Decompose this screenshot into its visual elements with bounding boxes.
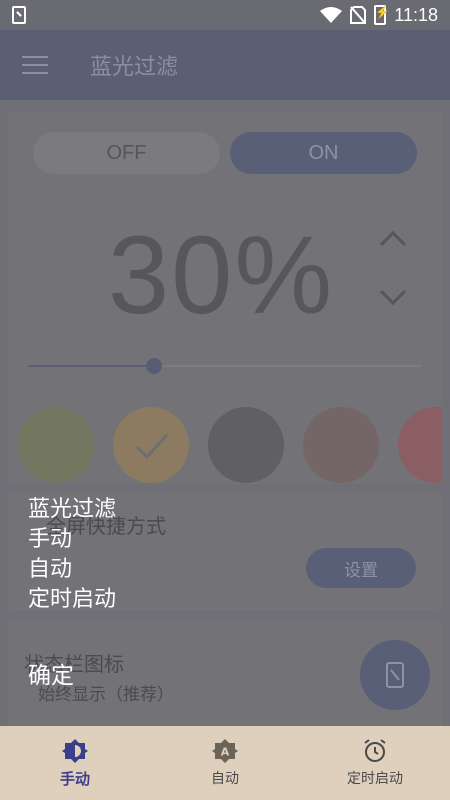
color-swatch-3[interactable]: [303, 407, 379, 483]
overlay-menu-item-3[interactable]: 定时启动: [28, 585, 116, 615]
wifi-icon: [320, 7, 343, 23]
nav-item-schedule[interactable]: 定时启动: [300, 726, 450, 800]
no-sim-icon: [350, 6, 367, 24]
status-right: 11:18: [320, 5, 438, 26]
confirm-button[interactable]: 确定: [28, 656, 74, 690]
filter-card: OFF ON 30%: [8, 112, 442, 484]
color-swatch-2[interactable]: [208, 407, 284, 483]
nav-item-auto[interactable]: A 自动: [150, 726, 300, 800]
auto-mode-icon: A: [212, 739, 238, 763]
svg-text:A: A: [221, 746, 230, 759]
status-bar: 11:18: [0, 0, 450, 30]
app-bar: 蓝光过滤: [0, 30, 450, 100]
checkmark-icon: [135, 433, 169, 460]
color-swatch-0[interactable]: [18, 407, 94, 483]
phone-icon: [386, 662, 404, 688]
filter-toggle: OFF ON: [33, 132, 417, 174]
overlay-menu-item-0[interactable]: 蓝光过滤: [28, 495, 116, 525]
intensity-slider[interactable]: [28, 358, 422, 374]
chevron-up-icon[interactable]: [378, 224, 408, 254]
screen-shortcut-fab[interactable]: [360, 640, 430, 710]
overlay-menu: 蓝光过滤 手动 自动 定时启动: [28, 495, 116, 615]
overlay-menu-item-1[interactable]: 手动: [28, 525, 116, 555]
bottom-nav: 手动 A 自动 定时启动: [0, 726, 450, 800]
battery-charging-icon: [374, 5, 390, 25]
settings-button[interactable]: 设置: [306, 548, 416, 588]
chevron-down-icon[interactable]: [378, 282, 408, 312]
color-swatch-4[interactable]: [398, 407, 442, 483]
nav-item-manual[interactable]: 手动: [0, 726, 150, 800]
nav-label-auto: 自动: [211, 771, 239, 787]
overlay-menu-item-2[interactable]: 自动: [28, 555, 116, 585]
app-title: 蓝光过滤: [90, 55, 179, 80]
main-content: OFF ON 30% 全屏快捷方式 设置 状态栏图标 始终显示（推荐）: [0, 100, 450, 730]
toggle-off-button[interactable]: OFF: [33, 132, 220, 174]
nav-label-schedule: 定时启动: [347, 771, 403, 787]
intensity-value: 30%: [108, 214, 335, 337]
menu-icon[interactable]: [22, 56, 48, 74]
notification-icon: [12, 6, 26, 24]
manual-mode-icon: [62, 738, 88, 763]
alarm-clock-icon: [364, 739, 386, 762]
nav-label-manual: 手动: [59, 769, 90, 788]
slider-fill: [28, 365, 155, 367]
slider-thumb[interactable]: [146, 358, 163, 374]
toggle-on-button[interactable]: ON: [230, 132, 417, 174]
color-swatch-1[interactable]: [113, 407, 189, 483]
clock: 11:18: [394, 4, 438, 25]
